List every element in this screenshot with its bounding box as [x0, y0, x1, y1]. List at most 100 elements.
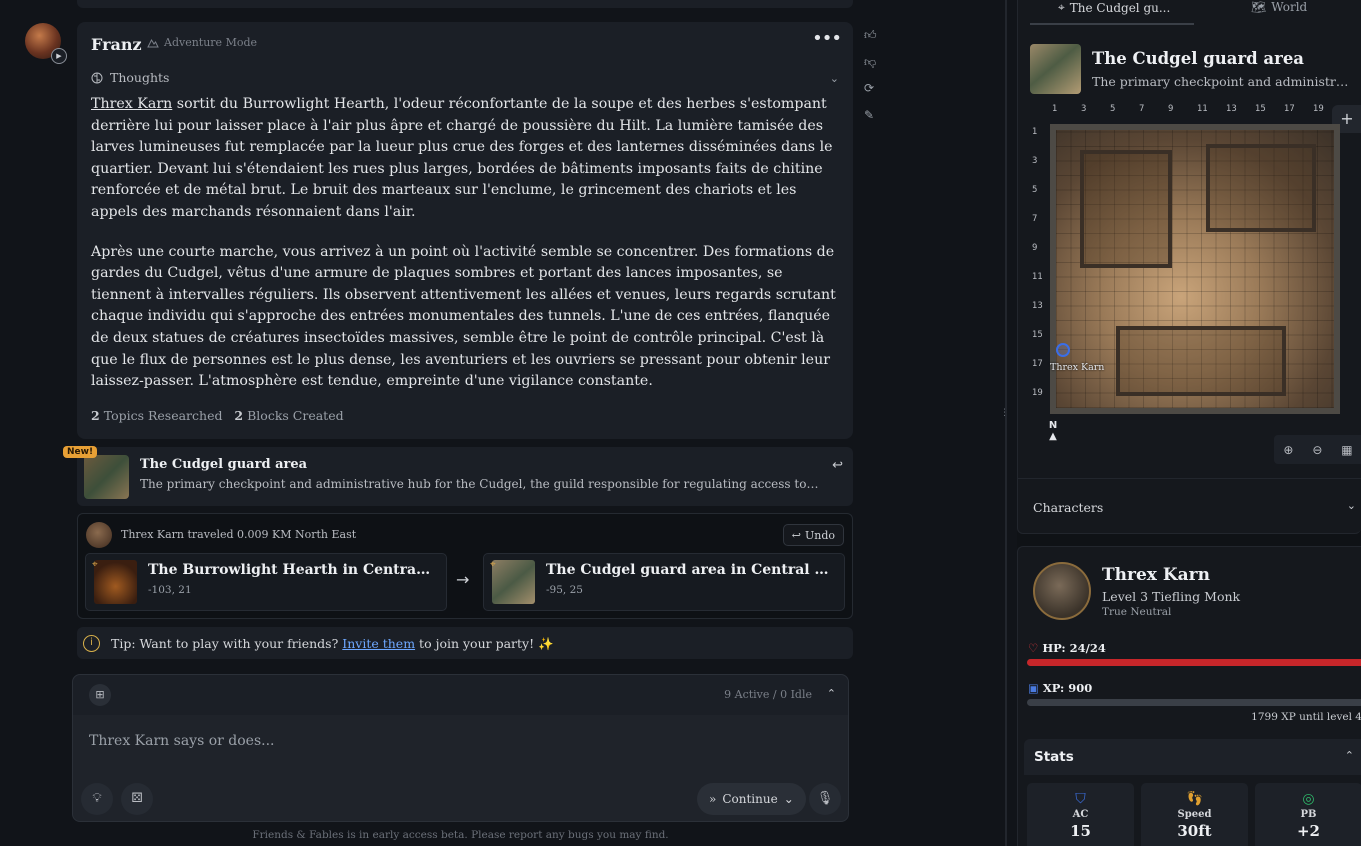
edit-pencil-icon[interactable]: ✎ — [864, 108, 880, 135]
undo-label: Undo — [804, 528, 835, 542]
character-avatar[interactable] — [1033, 562, 1091, 620]
location-thumbnail — [84, 455, 129, 499]
column-labels: 1 3 5 7 9 11 13 15 17 19 — [1050, 104, 1340, 118]
map-tabs: ⌖ The Cudgel gu... 🗺︎ World — [1018, 0, 1361, 25]
character-panel: Threx Karn Level 3 Tiefling Monk True Ne… — [1017, 546, 1361, 846]
stat-label: PB — [1300, 809, 1317, 820]
target-icon: ◎ — [1302, 791, 1315, 807]
destination-coords: -95, 25 — [546, 584, 583, 596]
undo-icon: ↩ — [791, 528, 801, 542]
zoom-in-icon[interactable]: ⊕ — [1283, 443, 1293, 457]
zoom-out-icon[interactable]: ⊖ — [1312, 443, 1322, 457]
origin-place[interactable]: ⌖ The Burrowlight Hearth in Central The.… — [85, 553, 447, 611]
column-label: 5 — [1110, 104, 1116, 114]
double-chevron-right-icon: » — [709, 792, 717, 806]
microphone-icon[interactable]: 🎙︎ — [809, 783, 841, 815]
characters-section[interactable]: Characters ⌄ — [1018, 478, 1361, 534]
xp-remaining: 1799 XP until level 4 — [1251, 711, 1361, 723]
panel-divider[interactable] — [1005, 0, 1007, 846]
column-label: 3 — [1081, 104, 1087, 114]
thoughts-toggle[interactable]: Thoughts — [91, 70, 169, 85]
hp-text: HP: 24/24 — [1042, 641, 1106, 655]
map-location-title: The Cudgel guard area — [1092, 49, 1305, 68]
info-icon: i — [83, 635, 100, 652]
xp-label: ▣ XP: 900 — [1028, 681, 1092, 695]
column-label: 9 — [1168, 104, 1174, 114]
map-location-thumbnail — [1030, 44, 1081, 94]
row-label: 7 — [1032, 214, 1038, 224]
row-labels: 1 3 5 7 9 11 13 15 17 19 — [1030, 124, 1046, 414]
map-icon: 🗺︎ — [1251, 0, 1267, 14]
row-label: 9 — [1032, 243, 1038, 253]
traveler-avatar — [86, 522, 112, 548]
hp-label: ♡ HP: 24/24 — [1028, 641, 1106, 655]
map-location-description: The primary checkpoint and administrativ… — [1092, 74, 1354, 89]
new-badge: New! — [63, 446, 98, 458]
heart-icon: ♡ — [1028, 641, 1039, 655]
grid-icon[interactable]: ▦ — [1341, 443, 1352, 457]
undo-button[interactable]: ↩ Undo — [782, 524, 844, 546]
destination-name: The Cudgel guard area in Central The Hil… — [546, 562, 831, 578]
stat-pb: ◎ PB +2 — [1255, 783, 1361, 846]
regenerate-icon[interactable]: ⟳ — [864, 81, 880, 108]
mountain-icon — [147, 38, 159, 48]
action-input[interactable] — [89, 733, 789, 749]
tab-location-label: The Cudgel gu... — [1069, 0, 1171, 15]
tab-world[interactable]: 🗺︎ World — [1251, 0, 1307, 14]
map-tools: ⊕ ⊖ ▦ — [1274, 435, 1361, 464]
travel-card: Threx Karn traveled 0.009 KM North East … — [77, 513, 853, 619]
message-author: Franz — [91, 35, 142, 54]
xp-bar — [1027, 699, 1361, 706]
continue-button[interactable]: » Continue ⌄ — [697, 783, 806, 815]
column-label: 19 — [1313, 104, 1324, 114]
tip-banner: i Tip: Want to play with your friends? I… — [77, 627, 853, 659]
thumbs-up-icon[interactable]: 👍︎ — [864, 28, 880, 55]
play-icon[interactable]: ▶ — [51, 48, 67, 64]
stats-header[interactable]: Stats ⌃ — [1024, 739, 1361, 775]
map-room — [1116, 326, 1286, 396]
origin-name: The Burrowlight Hearth in Central The... — [148, 562, 433, 578]
destination-place[interactable]: ⌖ The Cudgel guard area in Central The H… — [483, 553, 845, 611]
tab-location[interactable]: ⌖ The Cudgel gu... — [1058, 0, 1170, 15]
mode-text: Adventure Mode — [164, 36, 258, 49]
resize-handle-icon[interactable]: ⋮ — [1000, 408, 1009, 418]
character-token[interactable] — [1056, 343, 1070, 357]
more-options-icon[interactable]: ••• — [812, 28, 842, 49]
xp-text: XP: 900 — [1042, 681, 1093, 695]
compass: N ▲ — [1048, 420, 1058, 442]
chevron-down-icon[interactable]: ⌄ — [830, 72, 839, 85]
story-paragraph-1: Threx Karn sortit du Burrowlight Hearth,… — [91, 94, 841, 224]
chevron-down-icon[interactable]: ⌄ — [1347, 499, 1356, 512]
map-panel: ⌖ The Cudgel gu... 🗺︎ World The Cudgel g… — [1017, 0, 1361, 534]
character-link[interactable]: Threx Karn — [91, 96, 172, 112]
row-label: 11 — [1032, 272, 1043, 282]
row-label: 5 — [1032, 185, 1038, 195]
thumbs-down-icon[interactable]: 👎︎ — [864, 55, 880, 82]
lightbulb-icon[interactable]: 💡︎ — [81, 783, 113, 815]
map-pin-icon: ⌖ — [490, 559, 496, 570]
dice-icon[interactable]: ⚄ — [121, 783, 153, 815]
chevron-down-icon: ⌄ — [783, 792, 794, 806]
column-label: 13 — [1226, 104, 1237, 114]
stat-speed: 👣︎ Speed 30ft — [1141, 783, 1248, 846]
beta-notice: Friends & Fables is in early access beta… — [252, 829, 669, 841]
stat-value: 15 — [1070, 822, 1091, 840]
map-image[interactable]: Threx Karn — [1050, 124, 1340, 414]
chevron-up-icon[interactable]: ⌃ — [827, 687, 836, 700]
invite-link[interactable]: Invite them — [342, 636, 415, 651]
destination-thumbnail — [492, 560, 535, 604]
battle-map[interactable]: 1 3 5 7 9 11 13 15 17 19 1 3 5 7 9 11 13 15 17 19 Threx Ka… — [1030, 104, 1361, 464]
research-summary[interactable]: 2 Topics Researched 2 Blocks Created — [91, 408, 344, 423]
tip-text: Tip: Want to play with your friends? Inv… — [111, 636, 554, 652]
blocks-icon[interactable]: ⊞ — [89, 684, 111, 706]
origin-coords: -103, 21 — [148, 584, 192, 596]
chevron-up-icon[interactable]: ⌃ — [1345, 749, 1354, 762]
location-card[interactable]: The Cudgel guard area The primary checkp… — [77, 447, 853, 506]
adventure-mode-label: Adventure Mode — [147, 36, 257, 49]
column-label: 11 — [1197, 104, 1208, 114]
return-icon[interactable]: ↩ — [832, 458, 843, 473]
map-pin-icon: ⌖ — [92, 559, 98, 570]
row-label: 3 — [1032, 156, 1038, 166]
row-label: 15 — [1032, 330, 1043, 340]
story-paragraph-2: Après une courte marche, vous arrivez à … — [91, 243, 836, 390]
